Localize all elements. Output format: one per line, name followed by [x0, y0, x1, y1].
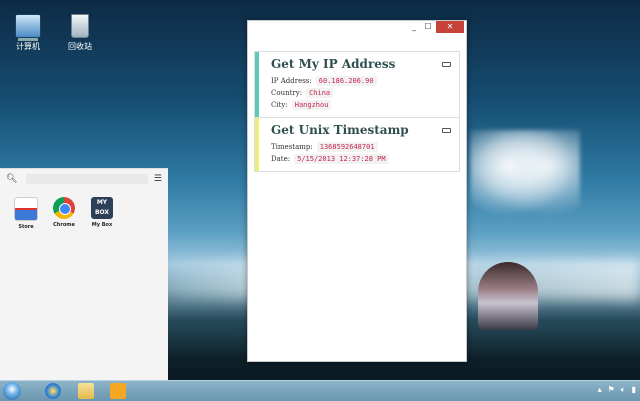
desktop-icon-label: 回收站	[68, 42, 92, 51]
network-icon[interactable]: ▮	[632, 385, 636, 395]
info-row: Timestamp: 1368592648701	[271, 142, 451, 152]
app-launcher: 🔍︎ ☰ Store Chrome MY BOX My Box	[0, 168, 168, 381]
store-icon	[14, 197, 38, 221]
file-explorer-icon[interactable]	[78, 383, 94, 399]
desktop-icon-computer[interactable]: 计算机	[4, 14, 52, 52]
collapse-icon[interactable]	[442, 62, 451, 67]
search-icon[interactable]: 🔍︎	[6, 174, 20, 184]
row-value: Hangzhou	[291, 100, 332, 110]
system-tray: ▴ ⚑ 🔈︎ ▮	[598, 385, 636, 395]
info-row: IP Address: 60.186.206.90	[271, 76, 451, 86]
start-button[interactable]	[3, 382, 21, 400]
row-value: 60.186.206.90	[315, 76, 377, 86]
app-label: Store	[18, 224, 34, 230]
taskbar: ▴ ⚑ 🔈︎ ▮	[0, 380, 640, 401]
menu-icon[interactable]: ☰	[154, 174, 162, 184]
flag-icon[interactable]: ⚑	[608, 385, 615, 395]
app-store[interactable]: Store	[12, 197, 40, 230]
card-list: Get My IP Address IP Address: 60.186.206…	[254, 51, 460, 172]
app-launcher-icon[interactable]	[110, 383, 126, 399]
internet-explorer-icon[interactable]	[45, 383, 61, 399]
chrome-icon	[53, 197, 75, 219]
card-title: Get Unix Timestamp	[271, 123, 409, 137]
collapse-icon[interactable]	[442, 128, 451, 133]
wallpaper-figures	[478, 262, 538, 330]
launcher-search-bar: 🔍︎ ☰	[0, 171, 168, 187]
search-input[interactable]	[26, 174, 148, 184]
close-button[interactable]: ✕	[436, 21, 464, 33]
desktop-icon-recycle-bin[interactable]: 回收站	[56, 14, 104, 52]
wallpaper-cloud	[470, 130, 580, 220]
app-my-box[interactable]: MY BOX My Box	[88, 197, 116, 230]
app-chrome[interactable]: Chrome	[50, 197, 78, 230]
row-key: Timestamp:	[271, 143, 313, 151]
up-arrow-icon[interactable]: ▴	[598, 385, 602, 395]
maximize-button[interactable]: ☐	[422, 21, 434, 33]
row-key: IP Address:	[271, 77, 312, 85]
minimize-button[interactable]: _	[408, 21, 420, 33]
info-row: City: Hangzhou	[271, 100, 451, 110]
info-row: Date: 5/15/2013 12:37:28 PM	[271, 154, 451, 164]
computer-icon	[15, 14, 41, 38]
ip-card: Get My IP Address IP Address: 60.186.206…	[255, 52, 459, 118]
card-accent	[255, 52, 259, 117]
desktop-icon-label: 计算机	[16, 42, 40, 51]
row-key: Country:	[271, 89, 303, 97]
extension-window: _ ☐ ✕ Get My IP Address IP Address: 60.1…	[247, 20, 467, 362]
app-label: My Box	[91, 222, 113, 228]
volume-icon[interactable]: 🔈︎	[621, 385, 626, 395]
title-bar: _ ☐ ✕	[248, 21, 466, 35]
row-value: 5/15/2013 12:37:28 PM	[294, 154, 389, 164]
timestamp-card: Get Unix Timestamp Timestamp: 1368592648…	[255, 118, 459, 171]
card-accent	[255, 118, 259, 171]
row-key: City:	[271, 101, 288, 109]
row-key: Date:	[271, 155, 291, 163]
app-grid: Store Chrome MY BOX My Box	[12, 197, 116, 230]
row-value: China	[306, 88, 334, 98]
card-title: Get My IP Address	[271, 57, 396, 71]
my-box-icon: MY BOX	[91, 197, 113, 219]
info-row: Country: China	[271, 88, 451, 98]
recycle-bin-icon	[71, 14, 89, 38]
row-value: 1368592648701	[316, 142, 378, 152]
app-label: Chrome	[53, 222, 75, 228]
